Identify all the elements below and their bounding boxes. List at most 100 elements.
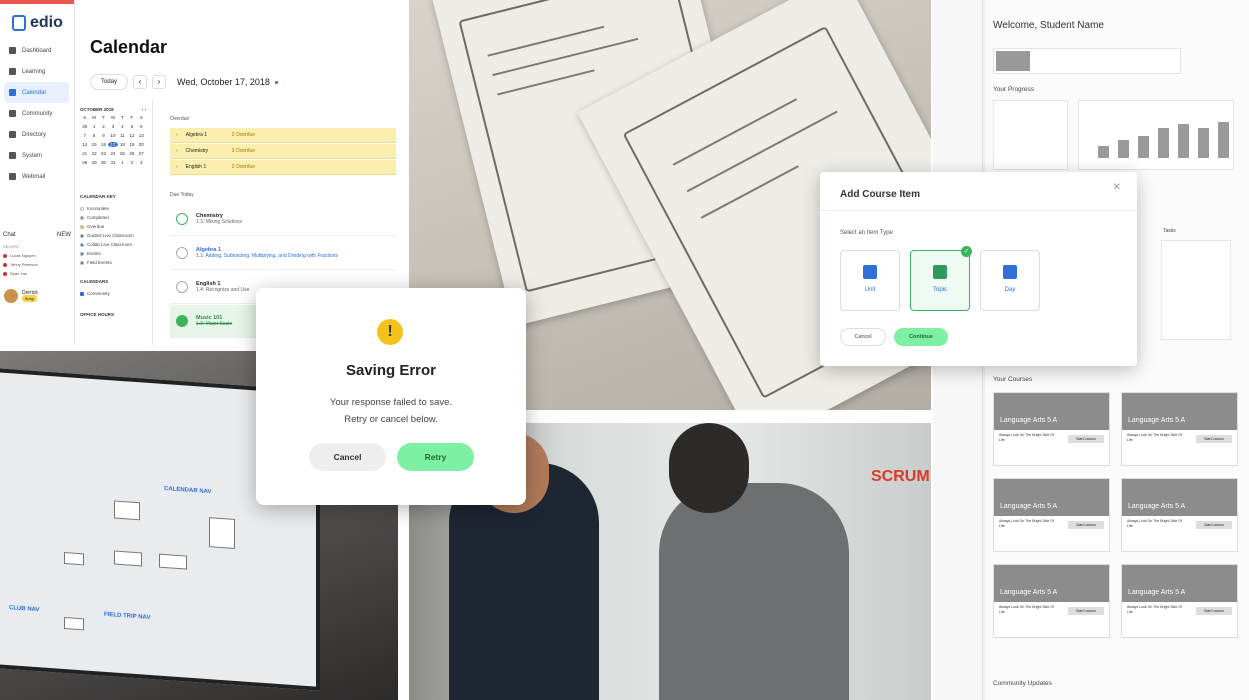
calendar-checkbox[interactable]: Community <box>80 289 146 298</box>
day-cell[interactable]: 9 <box>99 133 108 138</box>
day-cell[interactable]: 15 <box>89 142 98 147</box>
day-cell[interactable]: 23 <box>99 151 108 156</box>
day-cell[interactable]: 7 <box>80 133 89 138</box>
directory-icon <box>9 131 16 138</box>
day-cell[interactable]: 1 <box>118 160 127 165</box>
day-cell[interactable]: 25 <box>118 151 127 156</box>
nav-calendar[interactable]: Calendar <box>4 82 69 103</box>
mini-calendar-arrows-icon[interactable]: ‹ › <box>142 107 146 112</box>
type-day-option[interactable]: Day <box>980 250 1040 311</box>
cancel-button[interactable]: Cancel <box>309 443 386 471</box>
type-unit-option[interactable]: Unit <box>840 250 900 311</box>
modal-title: Add Course Item <box>840 189 921 200</box>
cancel-button[interactable]: Cancel <box>840 328 886 346</box>
day-cell[interactable]: 10 <box>108 133 117 138</box>
progress-ring-icon <box>176 247 188 259</box>
day-cell[interactable]: 26 <box>127 151 136 156</box>
day-cell[interactable]: 16 <box>99 142 108 147</box>
overdue-row[interactable]: › Chemistry 3 Overdue <box>170 144 396 159</box>
field-trip-nav-label: FIELD TRIP NAV <box>104 611 151 622</box>
nav-system[interactable]: System <box>0 145 75 166</box>
add-course-modal: Add Course Item ✕ Select an Item Type Un… <box>820 172 1137 366</box>
course-title: Language Arts 5 A <box>1122 565 1237 602</box>
chat-contact[interactable]: Ryan Yao <box>3 269 71 278</box>
overdue-count: 2 Overdue <box>231 164 256 170</box>
day-cell[interactable]: 24 <box>108 151 117 156</box>
current-user[interactable]: Derrick Busy <box>4 289 38 303</box>
day-cell[interactable]: 21 <box>80 151 89 156</box>
day-cell[interactable]: 12 <box>127 133 136 138</box>
dialog-message-line: Retry or cancel below. <box>344 414 438 425</box>
course-lesson: Always Look On The Bright Side Of Life <box>1127 433 1182 442</box>
nav-webmail[interactable]: Webmail <box>0 166 75 187</box>
resume-card[interactable] <box>993 48 1181 74</box>
today-button[interactable]: Today <box>90 74 129 90</box>
courses-heading: Your Courses <box>993 376 1033 383</box>
course-card[interactable]: Language Arts 5 A Always Look On The Brig… <box>1121 564 1238 638</box>
start-lesson-button[interactable]: Start Lesson <box>1196 521 1232 529</box>
day-cell[interactable]: 14 <box>80 142 89 147</box>
modal-divider <box>820 210 1137 211</box>
day-cell[interactable]: 13 <box>137 133 146 138</box>
day-cell[interactable]: 22 <box>89 151 98 156</box>
start-lesson-button[interactable]: Start Lesson <box>1196 607 1232 615</box>
start-lesson-button[interactable]: Start Lesson <box>1068 521 1104 529</box>
day-cell[interactable]: 5 <box>127 124 136 129</box>
start-lesson-button[interactable]: Start Lesson <box>1068 607 1104 615</box>
day-cell[interactable]: 29 <box>89 160 98 165</box>
day-cell[interactable]: 30 <box>80 124 89 129</box>
start-lesson-button[interactable]: Start Lesson <box>1196 435 1232 443</box>
continue-button[interactable]: Continue <box>894 328 948 346</box>
course-card[interactable]: Language Arts 5 A Always Look On The Brig… <box>993 392 1110 466</box>
chat-label[interactable]: Chat <box>3 232 16 238</box>
calendar-day-icon <box>1003 265 1017 279</box>
chart-bar <box>1178 124 1189 158</box>
due-item[interactable]: Chemistry 1.3: Mixing Solutions <box>170 203 396 236</box>
course-card[interactable]: Language Arts 5 A Always Look On The Brig… <box>993 478 1110 552</box>
overdue-row[interactable]: › Algebra 1 2 Overdue <box>170 128 396 143</box>
retry-button[interactable]: Retry <box>397 443 474 471</box>
edio-logo[interactable]: edio <box>12 14 63 32</box>
close-icon[interactable]: ✕ <box>1113 182 1121 193</box>
key-label: Events <box>87 251 101 256</box>
dialog-message-line: Your response failed to save. <box>329 397 453 408</box>
day-cell[interactable]: 2 <box>127 160 136 165</box>
day-cell[interactable]: 30 <box>99 160 108 165</box>
nav-directory[interactable]: Directory <box>0 124 75 145</box>
overdue-course: Algebra 1 <box>185 132 208 138</box>
course-card[interactable]: Language Arts 5 A Always Look On The Brig… <box>1121 478 1238 552</box>
day-cell[interactable]: 6 <box>137 124 146 129</box>
chat-contact[interactable]: Jenny Peterson <box>3 260 71 269</box>
course-title: Language Arts 5 A <box>1122 393 1237 430</box>
nav-community[interactable]: Community <box>0 103 75 124</box>
day-cell[interactable]: 3 <box>108 124 117 129</box>
day-cell[interactable]: 28 <box>80 160 89 165</box>
day-cell[interactable]: 3 <box>137 160 146 165</box>
weekday-label: M <box>92 115 96 120</box>
day-cell[interactable]: 31 <box>108 160 117 165</box>
nav-learning[interactable]: Learning <box>0 61 75 82</box>
overdue-row[interactable]: › English 1 2 Overdue <box>170 160 396 175</box>
day-cell[interactable]: 18 <box>118 142 127 147</box>
course-card[interactable]: Language Arts 5 A Always Look On The Brig… <box>1121 392 1238 466</box>
nav-dashboard[interactable]: Dashboard <box>0 40 75 61</box>
day-cell[interactable]: 19 <box>127 142 136 147</box>
due-item[interactable]: Algebra 1 1.1: Adding, Subtracting, Multi… <box>170 237 396 270</box>
next-arrow-icon[interactable]: › <box>152 75 167 89</box>
course-card[interactable]: Language Arts 5 A Always Look On The Brig… <box>993 564 1110 638</box>
day-cell[interactable]: 4 <box>118 124 127 129</box>
day-cell[interactable]: 11 <box>118 133 127 138</box>
day-cell[interactable]: 8 <box>89 133 98 138</box>
day-cell[interactable]: 2 <box>99 124 108 129</box>
type-topic-option[interactable]: Topic <box>910 250 970 311</box>
day-cell[interactable]: 17 <box>108 142 118 147</box>
prev-arrow-icon[interactable]: ‹ <box>133 75 148 89</box>
sitemap-node <box>114 550 142 567</box>
day-cell[interactable]: 27 <box>137 151 146 156</box>
start-lesson-button[interactable]: Start Lesson <box>1068 435 1104 443</box>
weekday-label: T <box>121 115 124 120</box>
day-cell[interactable]: 1 <box>89 124 98 129</box>
day-cell[interactable]: 20 <box>137 142 146 147</box>
course-title: Language Arts 5 A <box>994 479 1109 516</box>
chat-contact[interactable]: Lucas Nguyen <box>3 251 71 260</box>
